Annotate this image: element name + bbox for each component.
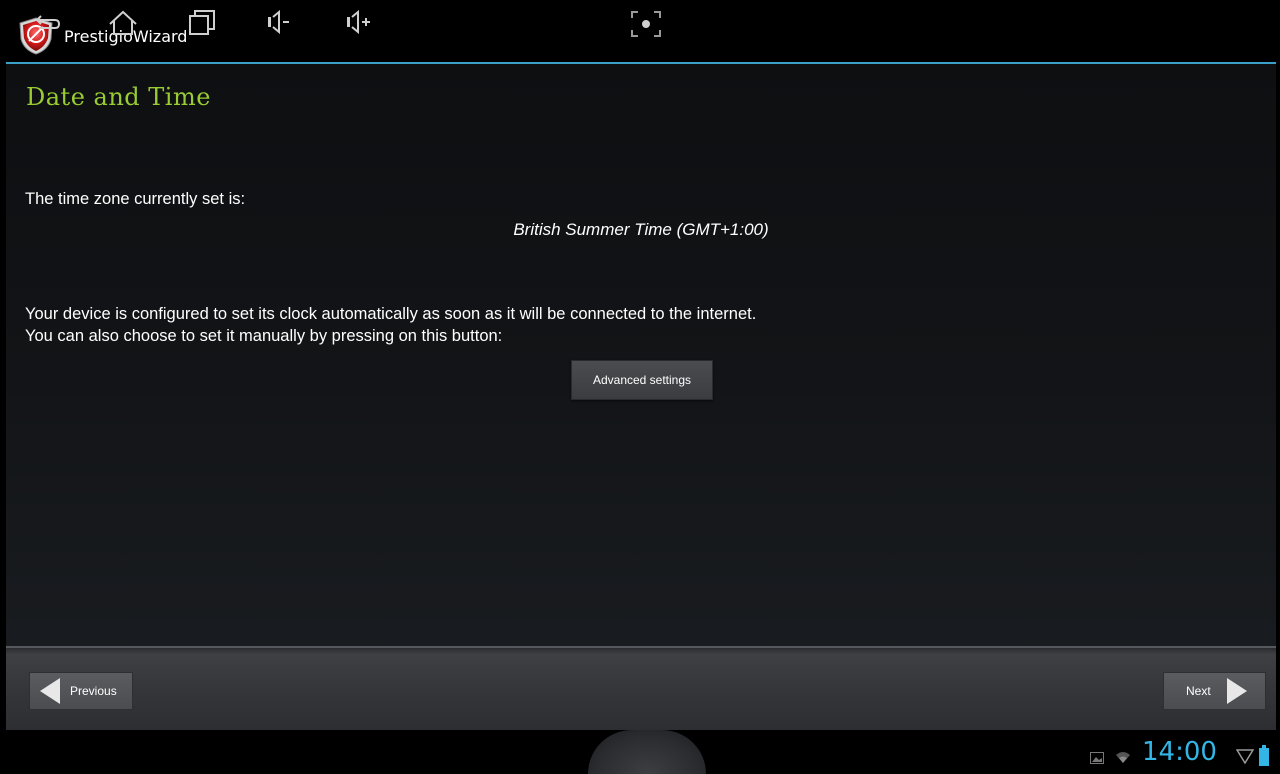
volume-down-icon[interactable] [264,8,296,36]
screen: PrestigioWizard Date and Time The time z… [0,0,1280,774]
arrow-right-icon [1226,678,1247,704]
battery-icon [1259,745,1269,766]
signal-icon [1236,749,1254,765]
back-icon[interactable] [31,8,63,36]
volume-up-icon[interactable] [343,8,375,36]
auto-clock-text: Your device is configured to set its clo… [25,305,757,323]
screenshot-icon[interactable] [630,10,662,38]
next-button[interactable]: Next [1163,672,1266,710]
recent-apps-icon[interactable] [186,8,218,36]
status-clock: 14:00 [1142,737,1217,767]
wizard-window: PrestigioWizard Date and Time The time z… [6,10,1276,730]
advanced-settings-button[interactable]: Advanced settings [571,360,713,400]
wizard-footer: Previous Next [6,646,1276,730]
home-icon[interactable] [107,8,139,36]
next-label: Next [1186,684,1211,698]
previous-button[interactable]: Previous [29,672,133,710]
timezone-value: British Summer Time (GMT+1:00) [513,220,769,239]
manual-text: You can also choose to set it manually b… [25,327,503,345]
timezone-label: The time zone currently set is: [25,190,246,208]
arrow-left-icon [40,678,60,704]
wifi-icon [1116,752,1130,763]
gallery-notification-icon [1090,752,1104,764]
page-title: Date and Time [26,83,211,111]
previous-label: Previous [70,684,117,698]
